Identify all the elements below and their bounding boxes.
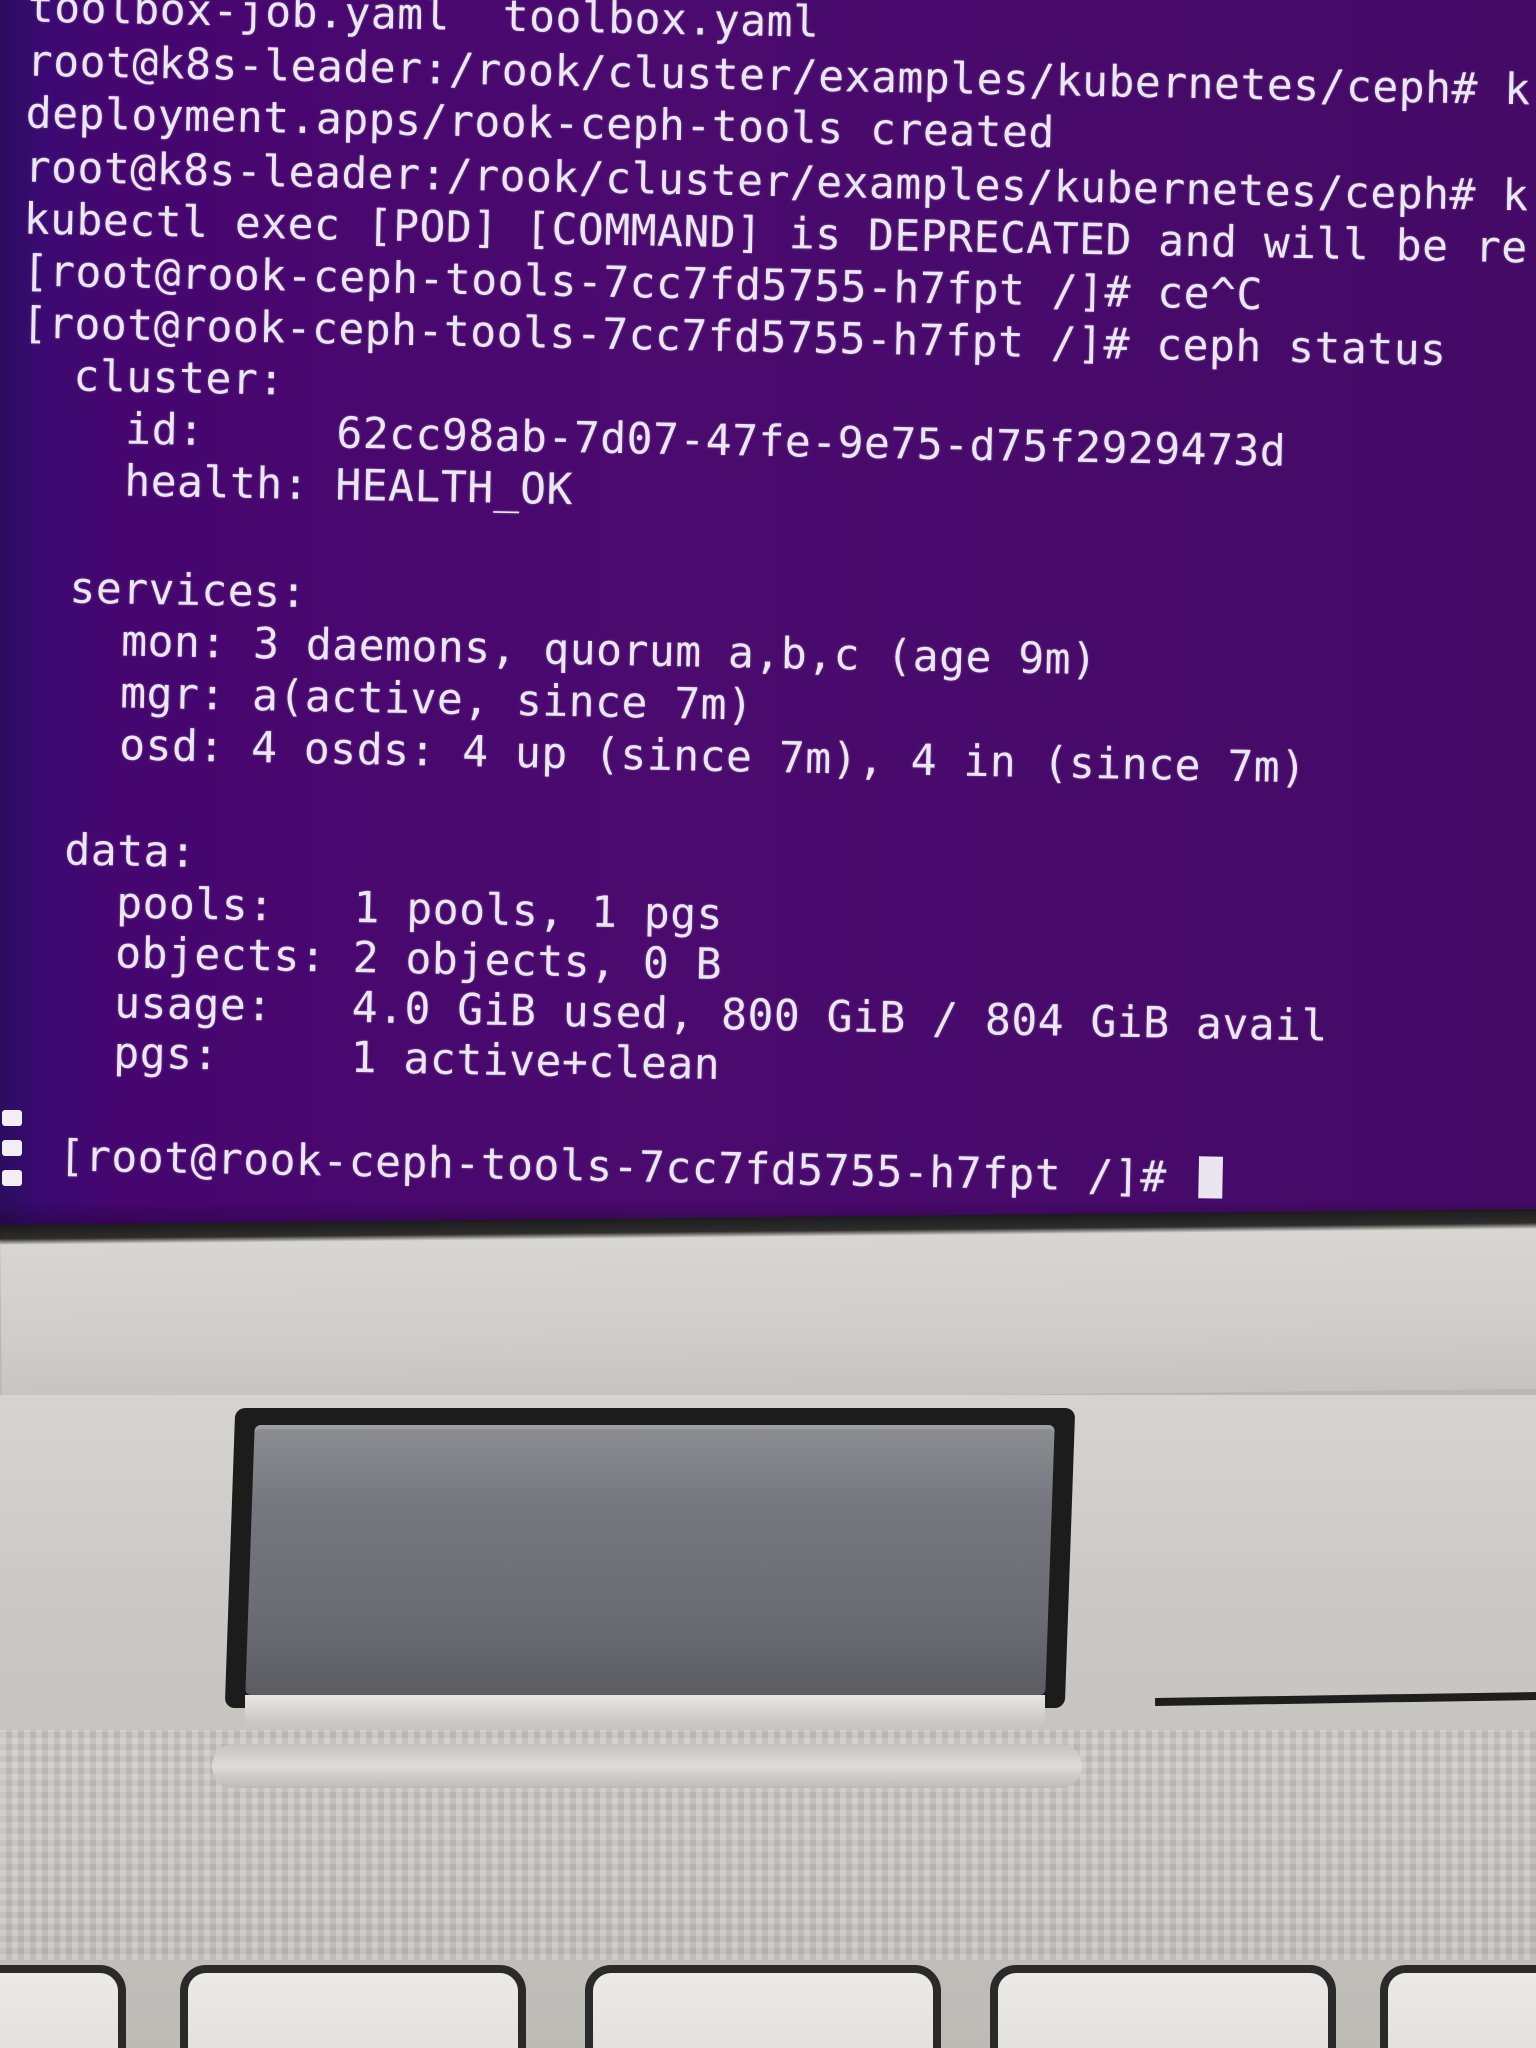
terminal-line: data: <box>11 824 197 878</box>
screen-bezel <box>0 1208 1536 1405</box>
keyboard-key <box>585 1965 941 2048</box>
terminal-line: services: <box>16 562 308 618</box>
hinge-lip <box>245 1695 1045 1725</box>
keyboard-key <box>990 1965 1336 2048</box>
keyboard-key <box>0 1965 126 2048</box>
app-grid-dots-icon[interactable] <box>0 1106 26 1196</box>
terminal-prompt-line[interactable]: [root@rook-ceph-tools-7cc7fd5755-h7fpt /… <box>5 1130 1224 1204</box>
terminal-line: cluster: <box>20 350 286 406</box>
keyboard-key <box>1380 1965 1536 2048</box>
terminal-line: health: HEALTH_OK <box>18 454 574 516</box>
terminal-prompt: [root@rook-ceph-tools-7cc7fd5755-h7fpt /… <box>5 1130 1194 1204</box>
photo: toolbox-job.yaml toolbox.yaml root@k8s-l… <box>0 0 1536 2048</box>
deck-ridge <box>212 1744 1082 1788</box>
laptop-hinge <box>245 1425 1055 1695</box>
text-cursor <box>1198 1156 1224 1199</box>
laptop-screen: toolbox-job.yaml toolbox.yaml root@k8s-l… <box>0 0 1536 1240</box>
terminal-window[interactable]: toolbox-job.yaml toolbox.yaml root@k8s-l… <box>0 0 1536 1240</box>
terminal-line: osd: 4 osds: 4 up (since 7m), 4 in (sinc… <box>13 718 1308 794</box>
keyboard-key <box>180 1965 526 2048</box>
